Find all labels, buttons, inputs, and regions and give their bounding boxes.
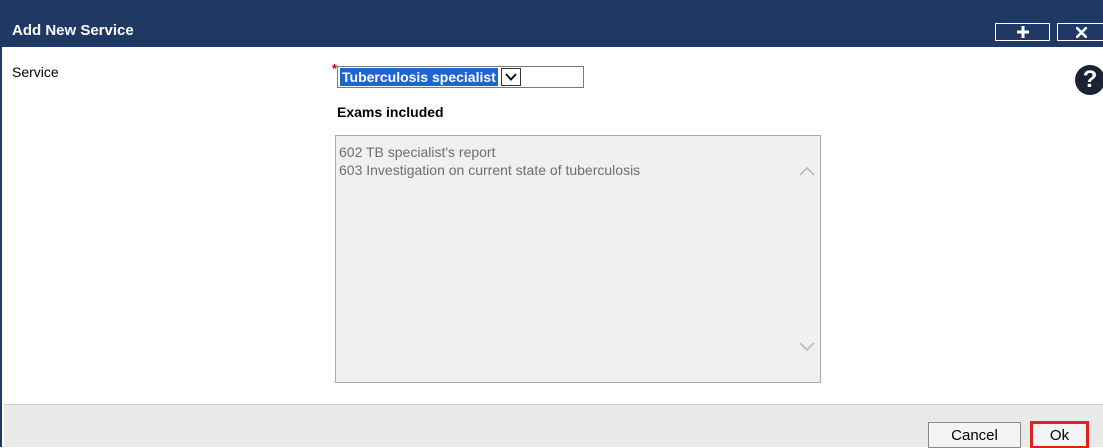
service-select[interactable]: Tuberculosis specialist bbox=[337, 66, 584, 88]
service-selected-value: Tuberculosis specialist bbox=[340, 68, 498, 86]
chevron-down-icon[interactable] bbox=[799, 342, 815, 352]
ok-button[interactable]: Ok bbox=[1030, 421, 1089, 448]
service-label: Service bbox=[12, 64, 59, 80]
plus-icon bbox=[1016, 26, 1029, 38]
add-new-service-dialog: Add New Service Service * Tuberculosis s… bbox=[0, 0, 1103, 448]
list-item[interactable]: 603 Investigation on current state of tu… bbox=[339, 162, 640, 178]
title-bar[interactable]: Add New Service bbox=[2, 0, 1103, 47]
dialog-title: Add New Service bbox=[12, 22, 134, 39]
help-icon[interactable]: ? bbox=[1075, 65, 1103, 95]
list-item[interactable]: 602 TB specialist's report bbox=[339, 144, 496, 160]
cancel-button[interactable]: Cancel bbox=[928, 422, 1021, 448]
chevron-down-icon[interactable] bbox=[500, 68, 521, 86]
close-button[interactable] bbox=[1057, 23, 1103, 41]
close-icon bbox=[1076, 26, 1087, 38]
maximize-button[interactable] bbox=[995, 23, 1050, 41]
chevron-up-icon[interactable] bbox=[799, 166, 815, 176]
dialog-footer: Cancel Ok bbox=[4, 404, 1103, 448]
exams-included-label: Exams included bbox=[337, 104, 444, 120]
exams-list[interactable]: 602 TB specialist's report 603 Investiga… bbox=[335, 135, 821, 383]
